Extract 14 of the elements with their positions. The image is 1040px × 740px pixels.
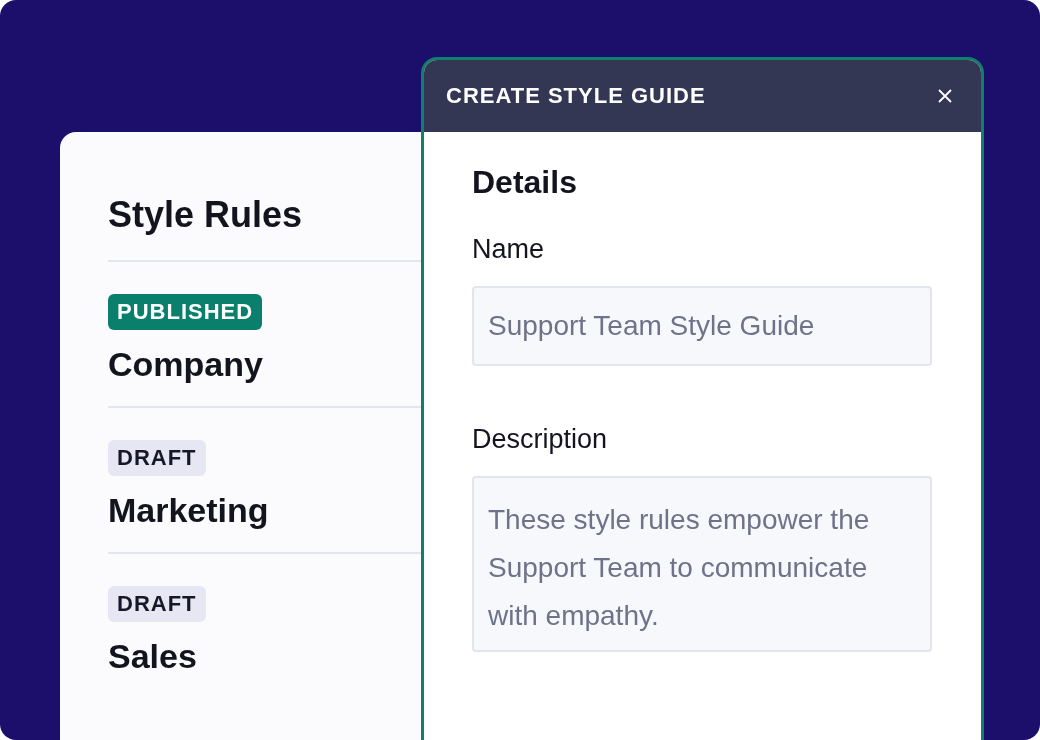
close-icon bbox=[937, 88, 953, 104]
field-label: Description bbox=[472, 423, 609, 456]
status-badge: DRAFT bbox=[108, 586, 206, 622]
status-badge: PUBLISHED bbox=[108, 294, 263, 330]
text-area[interactable]: These style rules empower the Support Team to communicate with empathy. bbox=[472, 476, 932, 652]
rule-name[interactable]: Company bbox=[108, 344, 263, 384]
card-title: Style Rules bbox=[108, 193, 304, 237]
rule-name[interactable]: Sales bbox=[108, 636, 197, 676]
status-badge: DRAFT bbox=[108, 440, 206, 476]
input-field[interactable]: Support Team Style Guide bbox=[472, 286, 932, 366]
section-title: Details bbox=[472, 163, 578, 202]
field-label: Name bbox=[472, 233, 546, 266]
rule-name[interactable]: Marketing bbox=[108, 490, 269, 530]
dialog-title: CREATE STYLE GUIDE bbox=[446, 83, 706, 109]
